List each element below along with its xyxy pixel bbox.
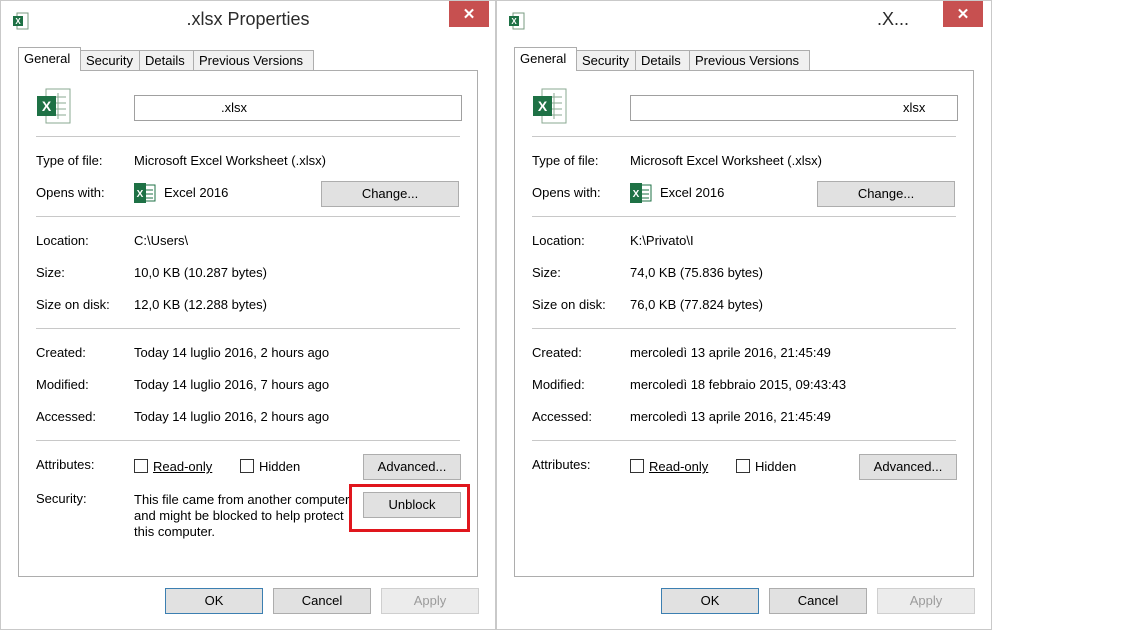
advanced-button[interactable]: Advanced...: [859, 454, 957, 480]
size-on-disk-value: 76,0 KB (77.824 bytes): [630, 297, 763, 312]
separator: [36, 328, 460, 329]
location-label: Location:: [36, 233, 89, 248]
general-panel: X xlsx Type of file: Microsoft Excel Wor…: [514, 70, 974, 577]
unblock-highlight-box: [349, 484, 470, 532]
size-on-disk-value: 12,0 KB (12.288 bytes): [134, 297, 267, 312]
hidden-label[interactable]: Hidden: [259, 459, 300, 474]
cancel-button[interactable]: Cancel: [769, 588, 867, 614]
accessed-label: Accessed:: [532, 409, 592, 424]
opens-with-value: Excel 2016: [164, 185, 229, 200]
cancel-button[interactable]: Cancel: [273, 588, 371, 614]
properties-dialog-right: X .X... ✕ General Security Details Previ…: [496, 0, 992, 630]
location-value: K:\Privato\I: [630, 233, 694, 248]
type-of-file-value: Microsoft Excel Worksheet (.xlsx): [134, 153, 326, 168]
read-only-label[interactable]: Read-only: [649, 459, 708, 474]
modified-value: Today 14 luglio 2016, 7 hours ago: [134, 377, 330, 392]
opens-with-value: Excel 2016: [660, 185, 725, 200]
separator: [36, 440, 460, 441]
excel-app-icon: X: [134, 183, 156, 206]
tab-general[interactable]: General: [18, 47, 81, 71]
created-value: mercoledì 13 aprile 2016, 21:45:49: [630, 345, 831, 360]
attributes-label: Attributes:: [36, 457, 95, 472]
svg-text:X: X: [511, 17, 517, 26]
accessed-value: Today 14 luglio 2016, 2 hours ago: [134, 409, 330, 424]
security-message: This file came from another computer and…: [134, 492, 350, 539]
ok-button[interactable]: OK: [661, 588, 759, 614]
modified-label: Modified:: [532, 377, 585, 392]
modified-value: mercoledì 18 febbraio 2015, 09:43:43: [630, 377, 847, 392]
accessed-value: mercoledì 13 aprile 2016, 21:45:49: [630, 409, 831, 424]
size-on-disk-label: Size on disk:: [36, 297, 110, 312]
size-label: Size:: [532, 265, 561, 280]
excel-file-icon: X: [509, 12, 525, 33]
type-of-file-label: Type of file:: [532, 153, 599, 168]
separator: [36, 136, 460, 137]
location-value: C:\Users\: [134, 233, 189, 248]
created-label: Created:: [532, 345, 582, 360]
tab-general[interactable]: General: [514, 47, 577, 71]
excel-app-icon: X: [630, 183, 652, 206]
size-value: 10,0 KB (10.287 bytes): [134, 265, 267, 280]
size-label: Size:: [36, 265, 65, 280]
close-icon: ✕: [956, 5, 970, 23]
file-name-field[interactable]: .xlsx: [134, 95, 462, 121]
svg-text:X: X: [633, 189, 640, 200]
opens-with-label: Opens with:: [532, 185, 601, 200]
type-of-file-label: Type of file:: [36, 153, 103, 168]
svg-text:X: X: [137, 189, 144, 200]
hidden-checkbox[interactable]: [240, 459, 254, 473]
window-title: .xlsx Properties: [186, 9, 310, 29]
close-button[interactable]: ✕: [449, 1, 489, 27]
change-button[interactable]: Change...: [321, 181, 459, 207]
svg-text:X: X: [42, 98, 52, 114]
separator: [36, 216, 460, 217]
opens-with-label: Opens with:: [36, 185, 105, 200]
tab-previous-versions[interactable]: Previous Versions: [689, 50, 810, 70]
size-on-disk-label: Size on disk:: [532, 297, 606, 312]
hidden-checkbox[interactable]: [736, 459, 750, 473]
tab-security[interactable]: Security: [576, 50, 636, 70]
window-title: .X...: [877, 9, 910, 29]
created-label: Created:: [36, 345, 86, 360]
tab-details[interactable]: Details: [139, 50, 194, 70]
close-button[interactable]: ✕: [943, 1, 983, 27]
file-name-field[interactable]: xlsx: [630, 95, 958, 121]
separator: [532, 328, 956, 329]
properties-dialog-left: X .xlsx Properties ✕ General Security De…: [0, 0, 496, 630]
tab-details[interactable]: Details: [635, 50, 690, 70]
size-value: 74,0 KB (75.836 bytes): [630, 265, 763, 280]
tab-security[interactable]: Security: [80, 50, 140, 70]
read-only-checkbox[interactable]: [134, 459, 148, 473]
created-value: Today 14 luglio 2016, 2 hours ago: [134, 345, 330, 360]
svg-text:X: X: [538, 98, 548, 114]
read-only-checkbox[interactable]: [630, 459, 644, 473]
type-of-file-value: Microsoft Excel Worksheet (.xlsx): [630, 153, 822, 168]
change-button[interactable]: Change...: [817, 181, 955, 207]
excel-file-icon: X: [36, 87, 72, 128]
location-label: Location:: [532, 233, 585, 248]
security-label: Security:: [36, 491, 87, 506]
ok-button[interactable]: OK: [165, 588, 263, 614]
separator: [532, 216, 956, 217]
modified-label: Modified:: [36, 377, 89, 392]
close-icon: ✕: [462, 5, 476, 23]
advanced-button[interactable]: Advanced...: [363, 454, 461, 480]
accessed-label: Accessed:: [36, 409, 96, 424]
separator: [532, 136, 956, 137]
read-only-label[interactable]: Read-only: [153, 459, 212, 474]
excel-file-icon: X: [532, 87, 568, 128]
separator: [532, 440, 956, 441]
hidden-label[interactable]: Hidden: [755, 459, 796, 474]
apply-button[interactable]: Apply: [877, 588, 975, 614]
attributes-label: Attributes:: [532, 457, 591, 472]
apply-button[interactable]: Apply: [381, 588, 479, 614]
tab-previous-versions[interactable]: Previous Versions: [193, 50, 314, 70]
